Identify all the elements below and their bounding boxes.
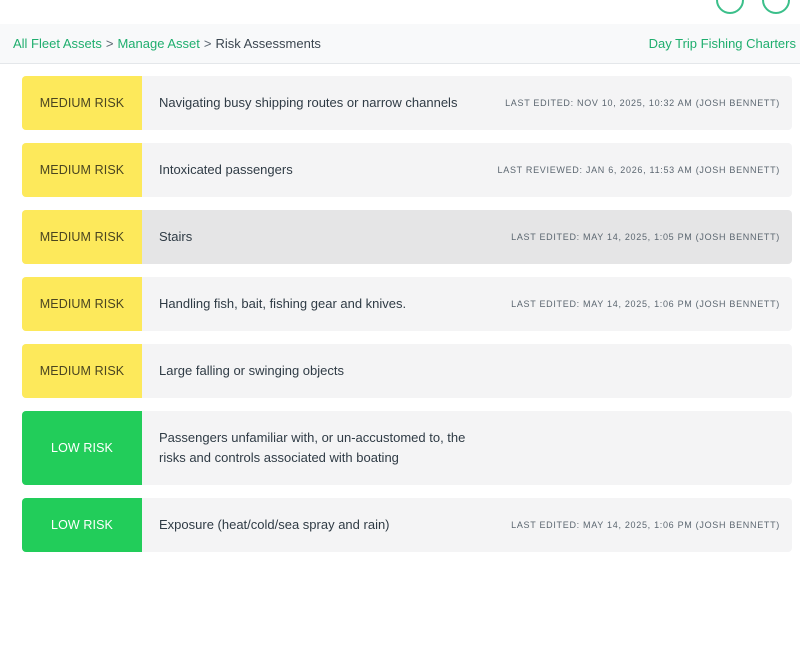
risk-level-badge: MEDIUM RISK <box>22 76 142 130</box>
risk-meta: LAST REVIEWED: JAN 6, 2026, 11:53 AM (JO… <box>497 165 780 175</box>
risk-level-badge: LOW RISK <box>22 411 142 485</box>
risk-title: Exposure (heat/cold/sea spray and rain) <box>159 517 390 532</box>
page-header: All Fleet Assets > Manage Asset > Risk A… <box>0 24 800 64</box>
risk-level-badge: LOW RISK <box>22 498 142 552</box>
breadcrumb-link-all-fleet-assets[interactable]: All Fleet Assets <box>13 36 102 51</box>
risk-title: Large falling or swinging objects <box>159 363 344 378</box>
risk-row[interactable]: MEDIUM RISK Large falling or swinging ob… <box>22 344 792 398</box>
top-action-icon[interactable] <box>716 0 744 14</box>
breadcrumb: All Fleet Assets > Manage Asset > Risk A… <box>13 36 321 51</box>
breadcrumb-separator: > <box>105 36 114 51</box>
risk-assessment-list: MEDIUM RISK Navigating busy shipping rou… <box>22 76 792 565</box>
risk-row[interactable]: MEDIUM RISK Stairs LAST EDITED: MAY 14, … <box>22 210 792 264</box>
risk-meta: LAST EDITED: MAY 14, 2025, 1:05 PM (JOSH… <box>511 232 780 242</box>
risk-title: Handling fish, bait, fishing gear and kn… <box>159 296 407 311</box>
risk-row[interactable]: MEDIUM RISK Intoxicated passengers LAST … <box>22 143 792 197</box>
company-link[interactable]: Day Trip Fishing Charters <box>649 36 796 51</box>
risk-title: Stairs <box>159 229 193 244</box>
risk-level-badge: MEDIUM RISK <box>22 143 142 197</box>
top-strip <box>0 0 800 24</box>
risk-row[interactable]: LOW RISK Passengers unfamiliar with, or … <box>22 411 792 485</box>
risk-level-badge: MEDIUM RISK <box>22 210 142 264</box>
breadcrumb-separator: > <box>203 36 212 51</box>
risk-meta: LAST EDITED: MAY 14, 2025, 1:06 PM (JOSH… <box>511 299 780 309</box>
risk-meta: LAST EDITED: NOV 10, 2025, 10:32 AM (JOS… <box>505 98 780 108</box>
risk-row[interactable]: MEDIUM RISK Navigating busy shipping rou… <box>22 76 792 130</box>
risk-row[interactable]: MEDIUM RISK Handling fish, bait, fishing… <box>22 277 792 331</box>
risk-title: Passengers unfamiliar with, or un-accust… <box>159 430 466 465</box>
risk-meta: LAST EDITED: MAY 14, 2025, 1:06 PM (JOSH… <box>511 520 780 530</box>
breadcrumb-link-manage-asset[interactable]: Manage Asset <box>117 36 199 51</box>
top-action-icon[interactable] <box>762 0 790 14</box>
risk-title: Intoxicated passengers <box>159 162 293 177</box>
risk-level-badge: MEDIUM RISK <box>22 277 142 331</box>
risk-row[interactable]: LOW RISK Exposure (heat/cold/sea spray a… <box>22 498 792 552</box>
breadcrumb-current: Risk Assessments <box>215 36 321 51</box>
risk-level-badge: MEDIUM RISK <box>22 344 142 398</box>
risk-title: Navigating busy shipping routes or narro… <box>159 95 458 110</box>
